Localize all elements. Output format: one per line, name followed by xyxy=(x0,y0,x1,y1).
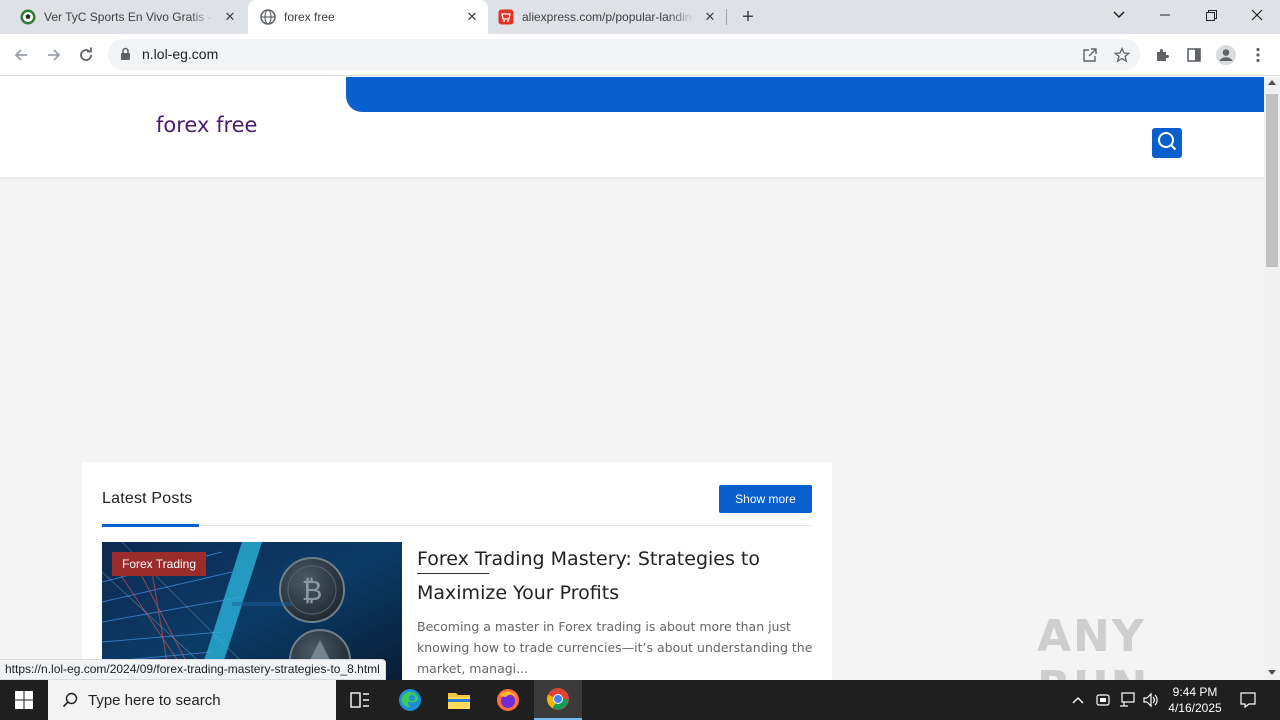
page-viewport: forex free Latest Posts Show more ₿ Fore… xyxy=(0,77,1264,680)
forward-arrow-icon[interactable] xyxy=(41,42,67,68)
taskbar-search-placeholder: Type here to search xyxy=(88,691,221,709)
volume-icon[interactable] xyxy=(1140,680,1162,720)
minimize-icon[interactable] xyxy=(1142,0,1188,30)
side-panel-icon[interactable] xyxy=(1181,42,1207,68)
post-title-underline xyxy=(417,573,489,574)
taskbar-search-box[interactable]: Type here to search xyxy=(48,680,336,720)
close-icon[interactable]: ✕ xyxy=(464,9,480,25)
search-icon xyxy=(62,692,78,708)
task-view-icon[interactable] xyxy=(336,680,384,720)
back-arrow-icon[interactable] xyxy=(8,42,34,68)
tab-aliexpress[interactable]: aliexpress.com/p/popular-landing ✕ xyxy=(486,0,726,34)
windows-taskbar: Type here to search 9:44 PM 4/16/2025 xyxy=(0,680,1280,720)
globe-icon xyxy=(260,9,276,25)
chrome-icon[interactable] xyxy=(534,680,582,720)
browser-toolbar: n.lol-eg.com xyxy=(0,34,1280,76)
profile-avatar-icon[interactable] xyxy=(1213,42,1239,68)
window-close-icon[interactable] xyxy=(1234,0,1280,30)
site-header: forex free xyxy=(0,77,1264,177)
aliexpress-cart-icon xyxy=(498,9,514,25)
scroll-up-arrow-icon[interactable] xyxy=(1268,80,1276,85)
tab-title: aliexpress.com/p/popular-landing xyxy=(522,10,694,24)
close-icon[interactable]: ✕ xyxy=(222,9,238,25)
watermark-text: ANY RUN xyxy=(1037,611,1147,680)
new-tab-plus-icon[interactable]: + xyxy=(737,6,759,28)
post-excerpt: Becoming a master in Forex trading is ab… xyxy=(417,619,813,676)
search-button[interactable] xyxy=(1152,128,1182,158)
search-icon xyxy=(1157,131,1177,156)
svg-text:₿: ₿ xyxy=(302,574,323,607)
clock-time: 9:44 PM xyxy=(1172,685,1218,699)
link-hover-status: https://n.lol-eg.com/2024/09/forex-tradi… xyxy=(0,659,386,680)
tab-search-chevron-icon[interactable] xyxy=(1096,0,1142,30)
anyrun-watermark: ANY RUN xyxy=(1037,611,1264,680)
tab-strip: Ver TyC Sports En Vivo Gratis - Fú ✕ for… xyxy=(0,0,1280,34)
notification-center-icon[interactable] xyxy=(1236,680,1260,720)
menu-kebab-icon[interactable] xyxy=(1245,42,1271,68)
windows-start-icon[interactable] xyxy=(0,680,48,720)
tab-separator xyxy=(726,9,727,25)
page-scrollbar[interactable] xyxy=(1264,77,1280,680)
extensions-puzzle-icon[interactable] xyxy=(1149,42,1175,68)
clock-date: 4/16/2025 xyxy=(1168,701,1222,715)
file-explorer-icon[interactable] xyxy=(435,680,483,720)
bookmark-star-icon[interactable] xyxy=(1112,45,1132,65)
section-divider xyxy=(102,525,812,526)
meet-now-icon[interactable] xyxy=(1093,680,1113,720)
tab-tyc-sports[interactable]: Ver TyC Sports En Vivo Gratis - Fú ✕ xyxy=(8,0,246,34)
restore-icon[interactable] xyxy=(1188,0,1234,30)
latest-posts-section: Latest Posts Show more ₿ Forex Trading F… xyxy=(82,462,832,680)
address-bar[interactable]: n.lol-eg.com xyxy=(108,39,1140,70)
lock-icon[interactable] xyxy=(120,47,131,66)
taskbar-clock[interactable]: 9:44 PM 4/16/2025 xyxy=(1162,684,1228,716)
scroll-down-arrow-icon[interactable] xyxy=(1268,670,1276,675)
share-icon[interactable] xyxy=(1080,45,1100,65)
firefox-icon[interactable] xyxy=(484,680,532,720)
post-title-link[interactable]: Forex Trading Mastery: Strategies to Max… xyxy=(417,542,812,610)
tab-forex-free[interactable]: forex free ✕ xyxy=(248,0,488,34)
soccer-ball-icon xyxy=(20,9,36,25)
show-hidden-icons-chevron-icon[interactable] xyxy=(1068,680,1088,720)
top-accent-bar xyxy=(346,77,1264,112)
close-icon[interactable]: ✕ xyxy=(702,9,718,25)
scroll-thumb[interactable] xyxy=(1266,94,1278,267)
post-category-badge[interactable]: Forex Trading xyxy=(112,552,207,576)
tab-title: Ver TyC Sports En Vivo Gratis - Fú xyxy=(44,10,214,24)
edge-browser-icon[interactable] xyxy=(386,680,434,720)
reload-icon[interactable] xyxy=(73,42,99,68)
site-logo[interactable]: forex free xyxy=(156,113,257,137)
section-divider-accent xyxy=(102,524,199,527)
tab-title: forex free xyxy=(284,10,335,24)
show-more-button[interactable]: Show more xyxy=(719,485,812,513)
network-icon[interactable] xyxy=(1116,680,1138,720)
url-text[interactable]: n.lol-eg.com xyxy=(142,46,218,62)
section-title: Latest Posts xyxy=(102,490,193,507)
